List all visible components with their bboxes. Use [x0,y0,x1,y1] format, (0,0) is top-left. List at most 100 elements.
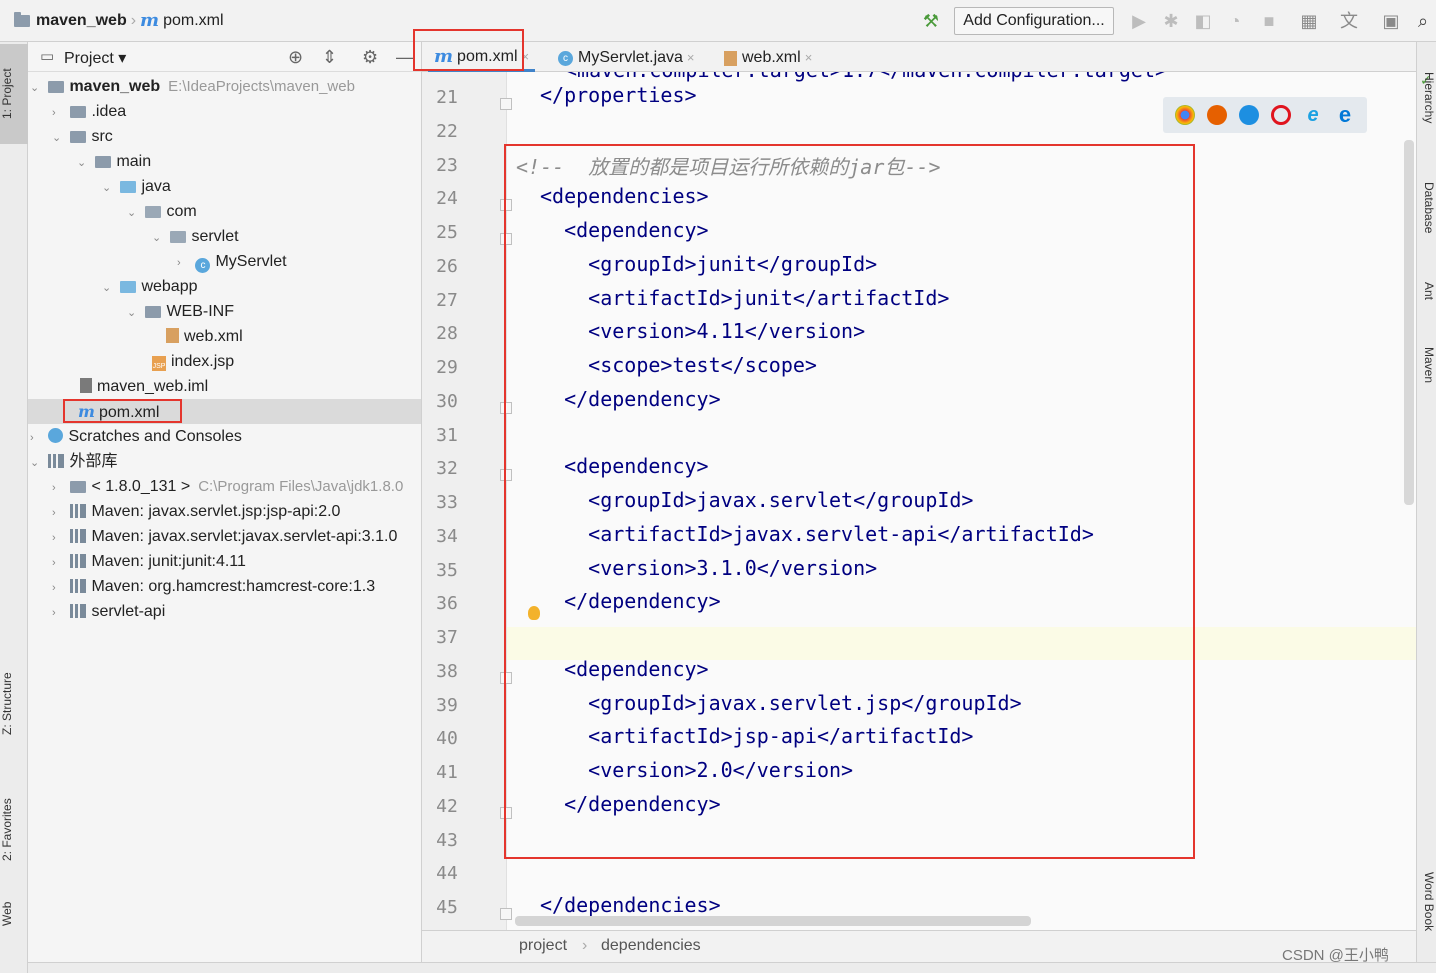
breadcrumb-item-project[interactable]: project [519,937,567,955]
tab-label: web.xml [742,49,801,66]
tree-row-web-inf[interactable]: ⌄ WEB-INF [28,299,421,326]
tool-tab-structure[interactable]: Z: Structure [0,654,28,754]
tree-row-src[interactable]: ⌄ src [28,124,421,151]
tree-row-index-jsp[interactable]: JSP index.jsp [28,349,421,374]
tree-row-library[interactable]: › Maven: org.hamcrest:hamcrest-core:1.3 [28,574,421,601]
line-number: 28 [436,323,458,345]
tree-row-web-xml[interactable]: web.xml [28,324,421,349]
hide-panel-icon[interactable]: — [396,47,414,68]
expand-arrow-icon[interactable]: › [52,576,66,601]
tree-row-maven-web-iml[interactable]: maven_web.iml [28,374,421,399]
collapse-all-icon[interactable]: ⇕ [322,47,337,68]
fold-marker-icon[interactable] [500,98,512,110]
opera-icon[interactable] [1271,105,1291,125]
tree-row-library[interactable]: › Maven: junit:junit:4.11 [28,549,421,576]
close-icon[interactable]: × [687,45,695,71]
expand-arrow-icon[interactable]: › [177,251,191,276]
line-number: 26 [436,255,458,277]
xml-file-icon [724,50,737,66]
expand-arrow-icon[interactable]: ⌄ [127,301,141,326]
line-number: 39 [436,694,458,716]
tree-row-library[interactable]: › Maven: javax.servlet:javax.servlet-api… [28,524,421,551]
expand-arrow-icon[interactable]: › [52,526,66,551]
search-icon[interactable]: ⌕ [1412,10,1434,32]
tree-label: .idea [91,103,127,120]
ie-icon[interactable]: e [1303,105,1323,125]
tree-path: C:\Program Files\Java\jdk1.8.0 [198,478,404,495]
expand-arrow-icon[interactable]: › [52,501,66,526]
expand-arrow-icon[interactable]: › [52,601,66,626]
tool-tab-project[interactable]: 1: Project [0,44,28,144]
tree-row-maven-web[interactable]: ⌄ maven_web E:\IdeaProjects\maven_web [28,74,421,101]
debug-icon[interactable]: ✱ [1160,10,1182,32]
tool-tab-ant[interactable]: Ant [1418,282,1436,332]
tab-web-xml[interactable]: web.xml × [718,44,818,72]
firefox-icon[interactable] [1207,105,1227,125]
tool-tab-maven[interactable]: Maven [1418,347,1436,417]
settings-gear-icon[interactable]: ⚙ [362,47,378,68]
edge-icon[interactable]: e [1335,104,1355,126]
line-number: 45 [436,897,458,918]
tool-tab-word-book[interactable]: Word Book [1418,872,1436,962]
breadcrumb-item-dependencies[interactable]: dependencies [601,937,701,955]
tool-tab-web[interactable]: Web [0,894,28,934]
tree-row-webapp[interactable]: ⌄ webapp [28,274,421,301]
tree-label: Maven: javax.servlet.jsp:jsp-api:2.0 [91,503,341,520]
tree-row-com[interactable]: ⌄ com [28,199,421,226]
expand-arrow-icon[interactable]: ⌄ [102,176,116,201]
tab-myservlet-java[interactable]: c MyServlet.java × [552,44,701,72]
stop-icon[interactable]: ■ [1258,10,1280,32]
safari-icon[interactable] [1239,105,1259,125]
expand-arrow-icon[interactable]: ⌄ [52,126,66,151]
line-number: 31 [436,424,458,446]
fold-marker-icon[interactable] [500,908,512,920]
expand-arrow-icon[interactable]: ⌄ [30,451,44,476]
library-icon [70,529,87,543]
tree-label: java [141,178,171,195]
expand-arrow-icon[interactable]: ⌄ [102,276,116,301]
project-view-icon: ▭ [40,48,55,65]
run-icon[interactable]: ▶ [1128,10,1150,32]
nav-project-name[interactable]: maven_web [36,12,127,30]
terminal-icon[interactable]: ▣ [1380,10,1402,32]
tree-row-scratches[interactable]: › Scratches and Consoles [28,424,421,451]
class-icon: c [558,50,573,66]
expand-arrow-icon[interactable]: ⌄ [127,201,141,226]
profile-icon[interactable]: ◔ [1224,10,1246,32]
vertical-scrollbar[interactable] [1404,140,1414,505]
project-view-selector[interactable]: Project ▾ [64,48,126,68]
tree-row-idea[interactable]: › .idea [28,99,421,126]
add-configuration-button[interactable]: Add Configuration... [954,7,1114,35]
tree-row-myservlet[interactable]: › c MyServlet [28,249,421,276]
close-icon[interactable]: × [805,45,813,71]
tree-row-library[interactable]: › servlet-api [28,599,421,626]
expand-arrow-icon[interactable]: › [30,426,44,451]
code-line: </dependencies> [540,893,721,917]
tree-row-jdk[interactable]: › < 1.8.0_131 > C:\Program Files\Java\jdk… [28,474,421,501]
tool-tab-favorites[interactable]: 2: Favorites [0,780,28,880]
tree-row-java[interactable]: ⌄ java [28,174,421,201]
expand-arrow-icon[interactable]: › [52,476,66,501]
tree-row-main[interactable]: ⌄ main [28,149,421,176]
expand-arrow-icon[interactable]: › [52,551,66,576]
tree-row-library[interactable]: › Maven: javax.servlet.jsp:jsp-api:2.0 [28,499,421,526]
tree-row-external-libraries[interactable]: ⌄ 外部库 [28,449,421,476]
chrome-icon[interactable] [1175,105,1195,125]
editor-tab-bar: m pom.xml × c MyServlet.java × web.xml × [422,42,1422,72]
tree-row-servlet[interactable]: ⌄ servlet [28,224,421,251]
right-tool-strip: ✓ Hierarchy Database Ant Maven Word Book [1416,42,1436,973]
build-hammer-icon[interactable]: ⚒ [920,10,942,32]
coverage-icon[interactable]: ◧ [1192,10,1214,32]
nav-file-name[interactable]: pom.xml [163,12,223,30]
tool-tab-hierarchy[interactable]: Hierarchy [1418,72,1436,172]
expand-arrow-icon[interactable]: ⌄ [30,76,44,101]
project-structure-icon[interactable]: ▦ [1298,10,1320,32]
expand-arrow-icon[interactable]: › [52,101,66,126]
horizontal-scrollbar[interactable] [515,916,1031,926]
tool-tab-database[interactable]: Database [1418,182,1436,282]
expand-arrow-icon[interactable]: ⌄ [77,151,91,176]
expand-arrow-icon[interactable]: ⌄ [152,226,166,251]
locate-file-icon[interactable]: ⊕ [288,47,303,68]
tree-label: Maven: javax.servlet:javax.servlet-api:3… [91,528,398,545]
translate-icon[interactable]: 文 [1338,10,1360,32]
